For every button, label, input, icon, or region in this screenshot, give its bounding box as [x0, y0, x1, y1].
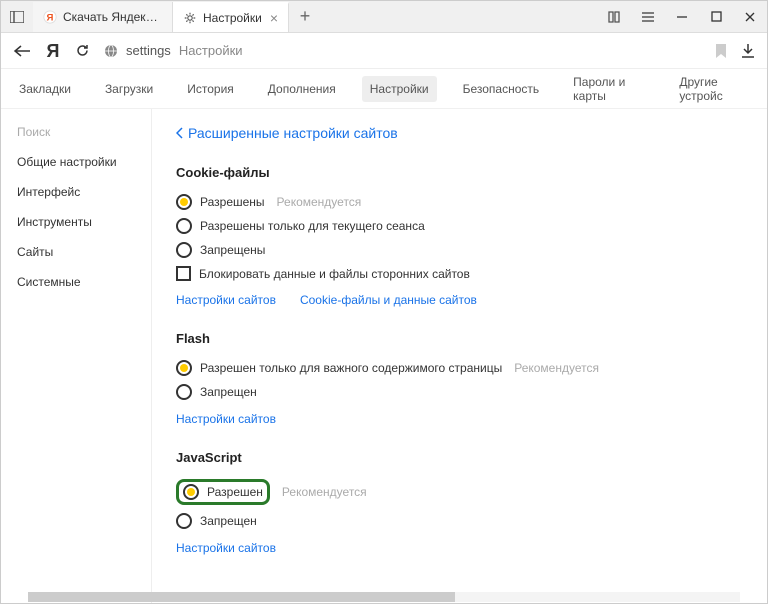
yandex-logo-icon[interactable]: Я: [45, 41, 61, 61]
nav-downloads[interactable]: Загрузки: [97, 76, 161, 102]
svg-text:Я: Я: [47, 41, 60, 61]
site-settings-link[interactable]: Настройки сайтов: [176, 293, 276, 307]
section-title: Cookie-файлы: [176, 165, 743, 180]
cookies-session-row[interactable]: Разрешены только для текущего сеанса: [176, 214, 743, 238]
nav-settings[interactable]: Настройки: [362, 76, 437, 102]
section-javascript: JavaScript Разрешен Рекомендуется Запрещ…: [176, 450, 743, 555]
address-bar: Я settings Настройки: [1, 33, 767, 69]
horizontal-scrollbar[interactable]: [28, 592, 740, 602]
cookie-data-link[interactable]: Cookie-файлы и данные сайтов: [300, 293, 477, 307]
flash-allowed-row[interactable]: Разрешен только для важного содержимого …: [176, 356, 743, 380]
js-blocked-row[interactable]: Запрещен: [176, 509, 743, 533]
radio-icon: [176, 360, 192, 376]
cookies-thirdparty-row[interactable]: Блокировать данные и файлы сторонних сай…: [176, 262, 743, 285]
cookies-blocked-row[interactable]: Запрещены: [176, 238, 743, 262]
nav-other[interactable]: Другие устройс: [671, 69, 757, 109]
close-button[interactable]: [733, 1, 767, 33]
checkbox-icon: [176, 266, 191, 281]
chevron-left-icon: [176, 127, 184, 139]
maximize-button[interactable]: [699, 1, 733, 33]
radio-icon: [176, 218, 192, 234]
nav-passwords[interactable]: Пароли и карты: [565, 69, 653, 109]
radio-label: Разрешен только для важного содержимого …: [200, 361, 502, 375]
cookies-allowed-row[interactable]: Разрешены Рекомендуется: [176, 190, 743, 214]
back-link-label: Расширенные настройки сайтов: [188, 125, 398, 141]
downloads-icon[interactable]: [741, 43, 755, 59]
titlebar: Я Скачать Яндекс.Браузер д Настройки × +: [1, 1, 767, 33]
address-protocol: settings: [126, 43, 171, 58]
sidebar-general[interactable]: Общие настройки: [1, 147, 151, 177]
checkbox-label: Блокировать данные и файлы сторонних сай…: [199, 267, 470, 281]
tab-title: Настройки: [203, 11, 262, 25]
close-icon[interactable]: ×: [270, 10, 278, 26]
site-settings-link[interactable]: Настройки сайтов: [176, 541, 276, 555]
highlight-box: Разрешен: [176, 479, 270, 505]
nav-addons[interactable]: Дополнения: [260, 76, 344, 102]
radio-label: Запрещен: [200, 385, 257, 399]
radio-label: Запрещен: [200, 514, 257, 528]
nav-security[interactable]: Безопасность: [455, 76, 548, 102]
address-page: Настройки: [179, 43, 243, 58]
radio-icon: [176, 194, 192, 210]
section-title: Flash: [176, 331, 743, 346]
back-button[interactable]: [13, 44, 31, 58]
reader-icon[interactable]: [597, 1, 631, 33]
gear-icon: [183, 11, 197, 25]
radio-icon: [183, 484, 199, 500]
nav-bookmarks[interactable]: Закладки: [11, 76, 79, 102]
hint-text: Рекомендуется: [282, 485, 367, 499]
site-settings-link[interactable]: Настройки сайтов: [176, 412, 276, 426]
back-link[interactable]: Расширенные настройки сайтов: [176, 125, 743, 141]
flash-blocked-row[interactable]: Запрещен: [176, 380, 743, 404]
sidebar-system[interactable]: Системные: [1, 267, 151, 297]
sidebar-sites[interactable]: Сайты: [1, 237, 151, 267]
panel-toggle-icon[interactable]: [1, 1, 33, 33]
globe-icon: [104, 44, 118, 58]
menu-icon[interactable]: [631, 1, 665, 33]
radio-icon: [176, 513, 192, 529]
radio-label: Разрешены: [200, 195, 265, 209]
main-panel: Расширенные настройки сайтов Cookie-файл…: [151, 109, 767, 603]
hint-text: Рекомендуется: [277, 195, 362, 209]
svg-text:Я: Я: [47, 12, 54, 23]
tab-yandex-download[interactable]: Я Скачать Яндекс.Браузер д: [33, 2, 173, 32]
sidebar-search[interactable]: Поиск: [1, 117, 151, 147]
sidebar: Поиск Общие настройки Интерфейс Инструме…: [1, 109, 151, 603]
js-allowed-row[interactable]: Разрешен Рекомендуется: [176, 475, 743, 509]
hint-text: Рекомендуется: [514, 361, 599, 375]
section-cookies: Cookie-файлы Разрешены Рекомендуется Раз…: [176, 165, 743, 307]
radio-icon: [176, 242, 192, 258]
address-field[interactable]: settings Настройки: [104, 43, 701, 58]
radio-label: Разрешены только для текущего сеанса: [200, 219, 425, 233]
minimize-button[interactable]: [665, 1, 699, 33]
nav-history[interactable]: История: [179, 76, 242, 102]
bookmark-icon[interactable]: [715, 43, 727, 59]
section-flash: Flash Разрешен только для важного содерж…: [176, 331, 743, 426]
top-nav: Закладки Загрузки История Дополнения Нас…: [1, 69, 767, 109]
section-title: JavaScript: [176, 450, 743, 465]
radio-label: Запрещены: [200, 243, 265, 257]
yandex-y-icon: Я: [43, 10, 57, 24]
tab-title: Скачать Яндекс.Браузер д: [63, 10, 162, 24]
reload-button[interactable]: [75, 43, 90, 58]
sidebar-tools[interactable]: Инструменты: [1, 207, 151, 237]
new-tab-button[interactable]: +: [289, 6, 321, 27]
tab-settings[interactable]: Настройки ×: [173, 2, 289, 32]
sidebar-interface[interactable]: Интерфейс: [1, 177, 151, 207]
radio-label: Разрешен: [207, 485, 263, 499]
radio-icon: [176, 384, 192, 400]
